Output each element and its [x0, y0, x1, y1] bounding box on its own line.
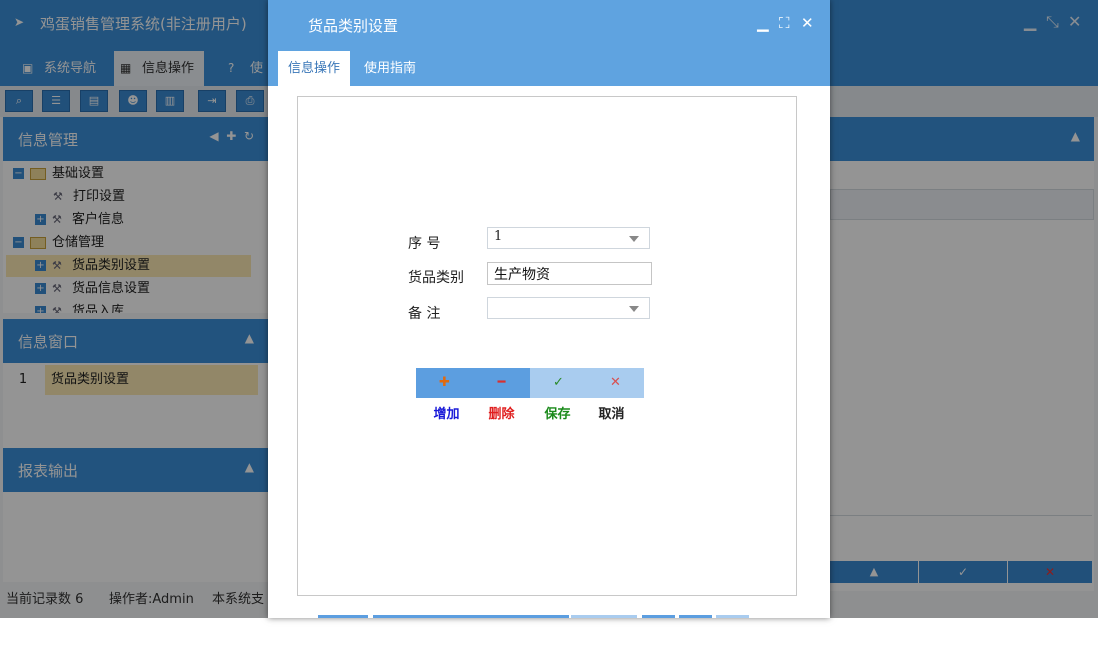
seq-value: 1: [494, 229, 503, 244]
bottom-toolbar-segment: [679, 615, 712, 618]
dialog-tab-user-guide[interactable]: 使用指南: [354, 51, 426, 86]
bottom-toolbar-segment: [716, 615, 749, 618]
cancel-button[interactable]: ✕: [587, 368, 644, 398]
category-settings-dialog: 货品类别设置 ▁ ⛶ ✕ 信息操作 使用指南 序 号 1 货品类别 备 注 ✚ …: [268, 0, 830, 618]
cancel-label[interactable]: 取消: [583, 403, 640, 422]
remark-combo[interactable]: [487, 297, 650, 319]
delete-button[interactable]: ━: [473, 368, 530, 398]
category-label: 货品类别: [408, 270, 464, 286]
dialog-tab-info-operation[interactable]: 信息操作: [278, 51, 351, 86]
add-button[interactable]: ✚: [416, 368, 473, 398]
x-icon: ✕: [610, 375, 621, 390]
dialog-header: 货品类别设置 ▁ ⛶ ✕ 信息操作 使用指南: [268, 0, 830, 86]
bottom-toolbar-segment: [373, 615, 569, 618]
bottom-toolbar-segment: [642, 615, 675, 618]
form-frame: 序 号 1 货品类别 备 注 ✚ ━ ✓ ✕ 增加 删除 保存 取消: [297, 96, 797, 596]
delete-label[interactable]: 删除: [473, 403, 530, 422]
plus-icon: ✚: [439, 375, 450, 390]
save-button[interactable]: ✓: [530, 368, 587, 398]
chevron-down-icon[interactable]: [629, 236, 639, 242]
dialog-title: 货品类别设置: [308, 17, 399, 35]
category-input[interactable]: [487, 262, 652, 285]
bottom-toolbar-segment: [571, 615, 637, 618]
close-icon[interactable]: ✕: [801, 14, 814, 32]
check-icon: ✓: [553, 375, 564, 390]
maximize-icon[interactable]: ⛶: [779, 14, 790, 32]
minus-icon: ━: [497, 375, 506, 390]
chevron-down-icon[interactable]: [629, 306, 639, 312]
seq-label: 序 号: [408, 236, 441, 252]
remark-label: 备 注: [408, 306, 441, 322]
seq-combo[interactable]: 1: [487, 227, 650, 249]
save-label[interactable]: 保存: [529, 403, 586, 422]
add-label[interactable]: 增加: [418, 403, 475, 422]
bottom-toolbar-segment: [318, 615, 368, 618]
minimize-icon[interactable]: ▁: [757, 14, 769, 32]
